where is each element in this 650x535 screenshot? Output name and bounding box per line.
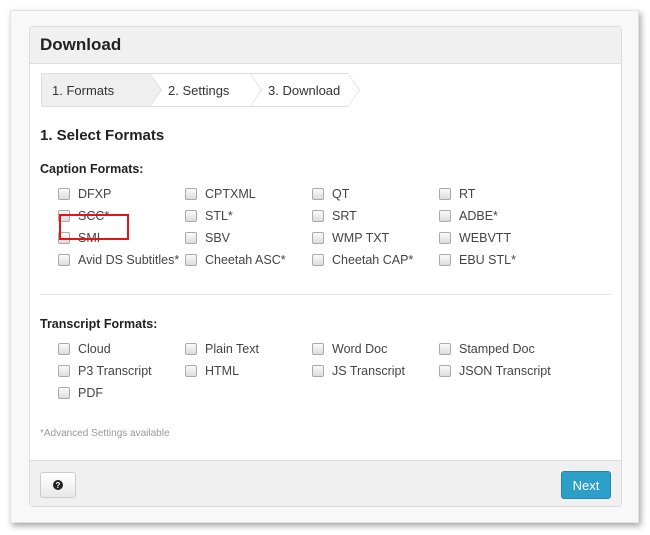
option-label: Word Doc [332, 342, 388, 356]
checkbox[interactable] [312, 343, 324, 355]
dialog-frame: Download 1. Formats 2. Settings 3. Downl… [10, 10, 639, 523]
option-label: STL* [205, 209, 233, 223]
next-button[interactable]: Next [561, 471, 611, 499]
format-option[interactable]: Cheetah ASC* [185, 249, 312, 271]
format-option[interactable]: SBV [185, 227, 312, 249]
option-label: EBU STL* [459, 253, 516, 267]
option-label: JSON Transcript [459, 364, 551, 378]
checkbox[interactable] [185, 188, 197, 200]
transcript-formats-label: Transcript Formats: [40, 317, 158, 331]
advanced-settings-note: *Advanced Settings available [40, 428, 170, 439]
format-option[interactable]: STL* [185, 205, 312, 227]
option-label: Cheetah ASC* [205, 253, 286, 267]
checkbox[interactable] [58, 254, 70, 266]
checkbox[interactable] [185, 365, 197, 377]
format-option[interactable]: WMP TXT [312, 227, 439, 249]
step-label: 2. Settings [168, 82, 230, 98]
question-circle-icon: ? [53, 480, 63, 490]
checkbox[interactable] [439, 210, 451, 222]
checkbox[interactable] [312, 188, 324, 200]
checkbox[interactable] [185, 232, 197, 244]
format-option[interactable]: PDF [58, 382, 185, 404]
option-label: Cloud [78, 342, 111, 356]
option-label: ADBE* [459, 209, 498, 223]
checkbox[interactable] [58, 188, 70, 200]
format-option[interactable]: Stamped Doc [439, 338, 566, 360]
checkbox[interactable] [439, 232, 451, 244]
step-settings[interactable]: 2. Settings [150, 73, 262, 107]
step-label: 1. Formats [52, 82, 115, 98]
format-option[interactable]: JSON Transcript [439, 360, 566, 382]
checkbox[interactable] [439, 188, 451, 200]
option-label: SBV [205, 231, 231, 245]
option-label: CPTXML [205, 187, 256, 201]
checkbox[interactable] [439, 343, 451, 355]
help-button[interactable]: ? [40, 472, 76, 498]
option-label: HTML [205, 364, 240, 378]
format-option[interactable]: CPTXML [185, 183, 312, 205]
option-label: Cheetah CAP* [332, 253, 414, 267]
format-option[interactable]: P3 Transcript [58, 360, 185, 382]
format-option[interactable]: ADBE* [439, 205, 566, 227]
checkbox[interactable] [185, 254, 197, 266]
checkbox[interactable] [58, 387, 70, 399]
caption-formats-label: Caption Formats: [40, 162, 144, 176]
option-label: Stamped Doc [459, 342, 535, 356]
divider [40, 294, 611, 295]
option-label: JS Transcript [332, 364, 405, 378]
option-label: WMP TXT [332, 231, 390, 245]
checkbox[interactable] [58, 365, 70, 377]
format-option[interactable]: Cloud [58, 338, 185, 360]
checkbox[interactable] [312, 254, 324, 266]
panel-footer: ? Next [30, 460, 621, 506]
format-option[interactable]: JS Transcript [312, 360, 439, 382]
format-option[interactable]: WEBVTT [439, 227, 566, 249]
checkbox[interactable] [312, 232, 324, 244]
page-title: Download [40, 35, 122, 54]
caption-formats-grid: DFXP CPTXML QT RT SCC* STL* SRT ADBE* SMI SBV WMP … [58, 183, 566, 271]
format-option[interactable]: HTML [185, 360, 312, 382]
format-option[interactable]: RT [439, 183, 566, 205]
checkbox[interactable] [439, 254, 451, 266]
format-option[interactable]: Plain Text [185, 338, 312, 360]
step-formats[interactable]: 1. Formats [41, 73, 162, 107]
step-download[interactable]: 3. Download [250, 73, 360, 107]
option-label: Plain Text [205, 342, 259, 356]
highlight-box [59, 214, 129, 240]
option-label: P3 Transcript [78, 364, 152, 378]
option-label: DFXP [78, 187, 112, 201]
step-label: 3. Download [268, 82, 341, 98]
section-title: 1. Select Formats [40, 127, 165, 144]
download-panel: Download 1. Formats 2. Settings 3. Downl… [29, 26, 622, 507]
checkbox[interactable] [312, 365, 324, 377]
checkbox[interactable] [439, 365, 451, 377]
wizard-stepper: 1. Formats 2. Settings 3. Download [41, 73, 360, 107]
checkbox[interactable] [185, 210, 197, 222]
checkbox[interactable] [58, 343, 70, 355]
checkbox[interactable] [185, 343, 197, 355]
format-option[interactable]: EBU STL* [439, 249, 566, 271]
format-option[interactable]: SRT [312, 205, 439, 227]
checkbox[interactable] [312, 210, 324, 222]
format-option[interactable]: QT [312, 183, 439, 205]
option-label: RT [459, 187, 476, 201]
option-label: SRT [332, 209, 357, 223]
format-option[interactable]: DFXP [58, 183, 185, 205]
format-option[interactable]: Avid DS Subtitles* [58, 249, 185, 271]
option-label: Avid DS Subtitles* [78, 253, 180, 267]
format-option[interactable]: Word Doc [312, 338, 439, 360]
option-label: PDF [78, 386, 103, 400]
format-option[interactable]: Cheetah CAP* [312, 249, 439, 271]
option-label: WEBVTT [459, 231, 512, 245]
transcript-formats-grid: Cloud Plain Text Word Doc Stamped Doc P3 Tra… [58, 338, 566, 404]
panel-header: Download [30, 27, 621, 64]
option-label: QT [332, 187, 350, 201]
